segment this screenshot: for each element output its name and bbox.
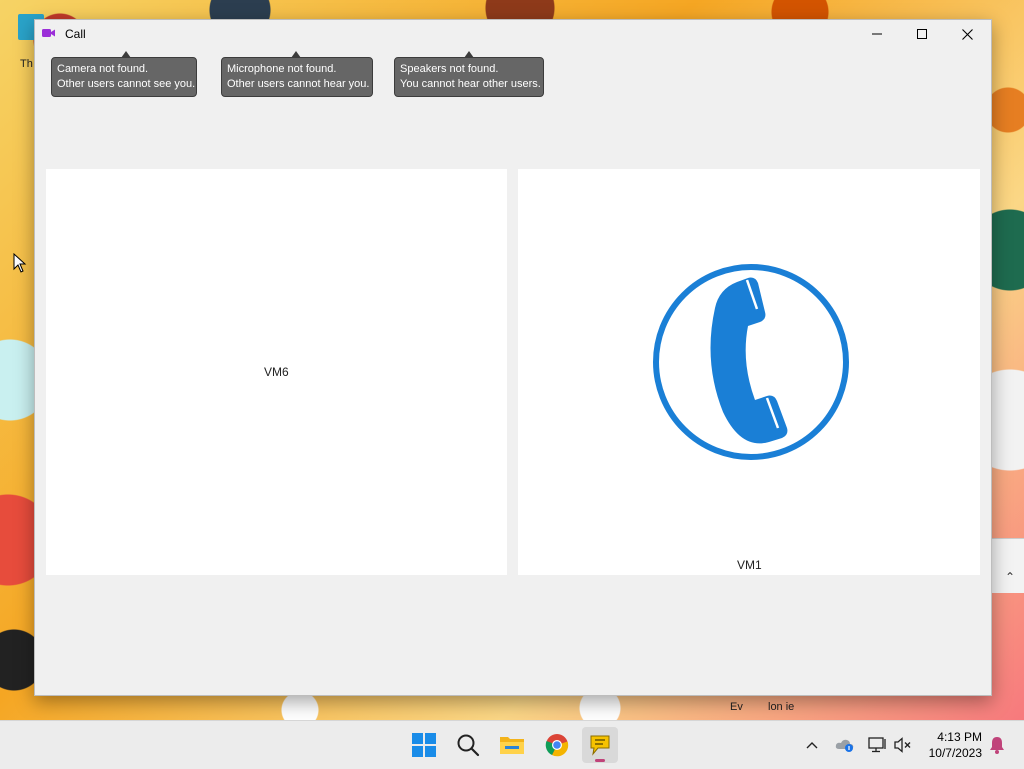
notification-center-button[interactable] <box>986 721 1008 769</box>
background-text: lon ie <box>768 701 795 713</box>
tooltip-message: Other users cannot see you. <box>57 78 196 90</box>
minimize-button[interactable] <box>854 20 900 48</box>
network-icon <box>868 737 886 753</box>
taskbar: 4:13 PM 10/7/2023 <box>0 720 1024 769</box>
chevron-up-icon[interactable]: ⌃ <box>1005 570 1015 584</box>
chat-app-icon <box>590 735 610 756</box>
desktop-icon-label: Th <box>20 58 33 70</box>
camera-not-found-tooltip: Camera not found. Other users cannot see… <box>51 51 197 97</box>
local-participant-panel[interactable]: VM6 <box>46 169 507 575</box>
close-button[interactable] <box>944 20 990 48</box>
start-icon <box>412 733 436 757</box>
tooltip-title: Speakers not found. <box>400 63 499 75</box>
tooltip-title: Camera not found. <box>57 63 149 75</box>
mouse-cursor-icon <box>13 253 27 273</box>
chrome-button[interactable] <box>539 727 575 763</box>
system-clock[interactable]: 4:13 PM 10/7/2023 <box>920 729 982 761</box>
background-text: Ev <box>730 701 743 713</box>
tooltip-message: Other users cannot hear you. <box>227 78 370 90</box>
tooltip-message: You cannot hear other users. <box>400 78 541 90</box>
chrome-icon <box>545 734 569 757</box>
onedrive-icon <box>835 739 854 752</box>
file-explorer-icon <box>500 737 524 754</box>
volume-button[interactable] <box>892 721 914 769</box>
window-title: Call <box>65 27 86 41</box>
clock-time: 4:13 PM <box>937 730 982 744</box>
close-icon <box>961 28 973 40</box>
network-button[interactable] <box>866 721 888 769</box>
show-hidden-icons-button[interactable] <box>802 721 822 769</box>
maximize-icon <box>917 29 927 39</box>
search-button[interactable] <box>450 727 486 763</box>
maximize-button[interactable] <box>899 20 945 48</box>
participant-name: VM1 <box>737 558 762 572</box>
bell-icon <box>990 737 1004 754</box>
start-button[interactable] <box>406 727 442 763</box>
speakers-not-found-tooltip: Speakers not found. You cannot hear othe… <box>394 51 544 97</box>
file-explorer-button[interactable] <box>494 727 530 763</box>
clock-date: 10/7/2023 <box>928 746 982 760</box>
active-indicator <box>595 759 605 762</box>
minimize-icon <box>872 33 882 35</box>
search-icon <box>457 734 480 757</box>
title-bar[interactable]: Call <box>35 20 991 48</box>
participant-name: VM6 <box>264 365 289 379</box>
chat-app-button[interactable] <box>582 727 618 763</box>
volume-muted-icon <box>894 737 911 753</box>
background-window[interactable] <box>990 538 1024 593</box>
onedrive-button[interactable] <box>834 721 856 769</box>
call-window[interactable]: Call Camera not found. Other users canno… <box>34 19 992 696</box>
chevron-up-icon <box>806 742 818 749</box>
video-camera-icon <box>42 29 55 37</box>
remote-participant-panel[interactable]: VM1 <box>518 169 980 575</box>
tooltip-title: Microphone not found. <box>227 63 337 75</box>
phone-call-icon <box>653 264 849 460</box>
microphone-not-found-tooltip: Microphone not found. Other users cannot… <box>221 51 373 97</box>
